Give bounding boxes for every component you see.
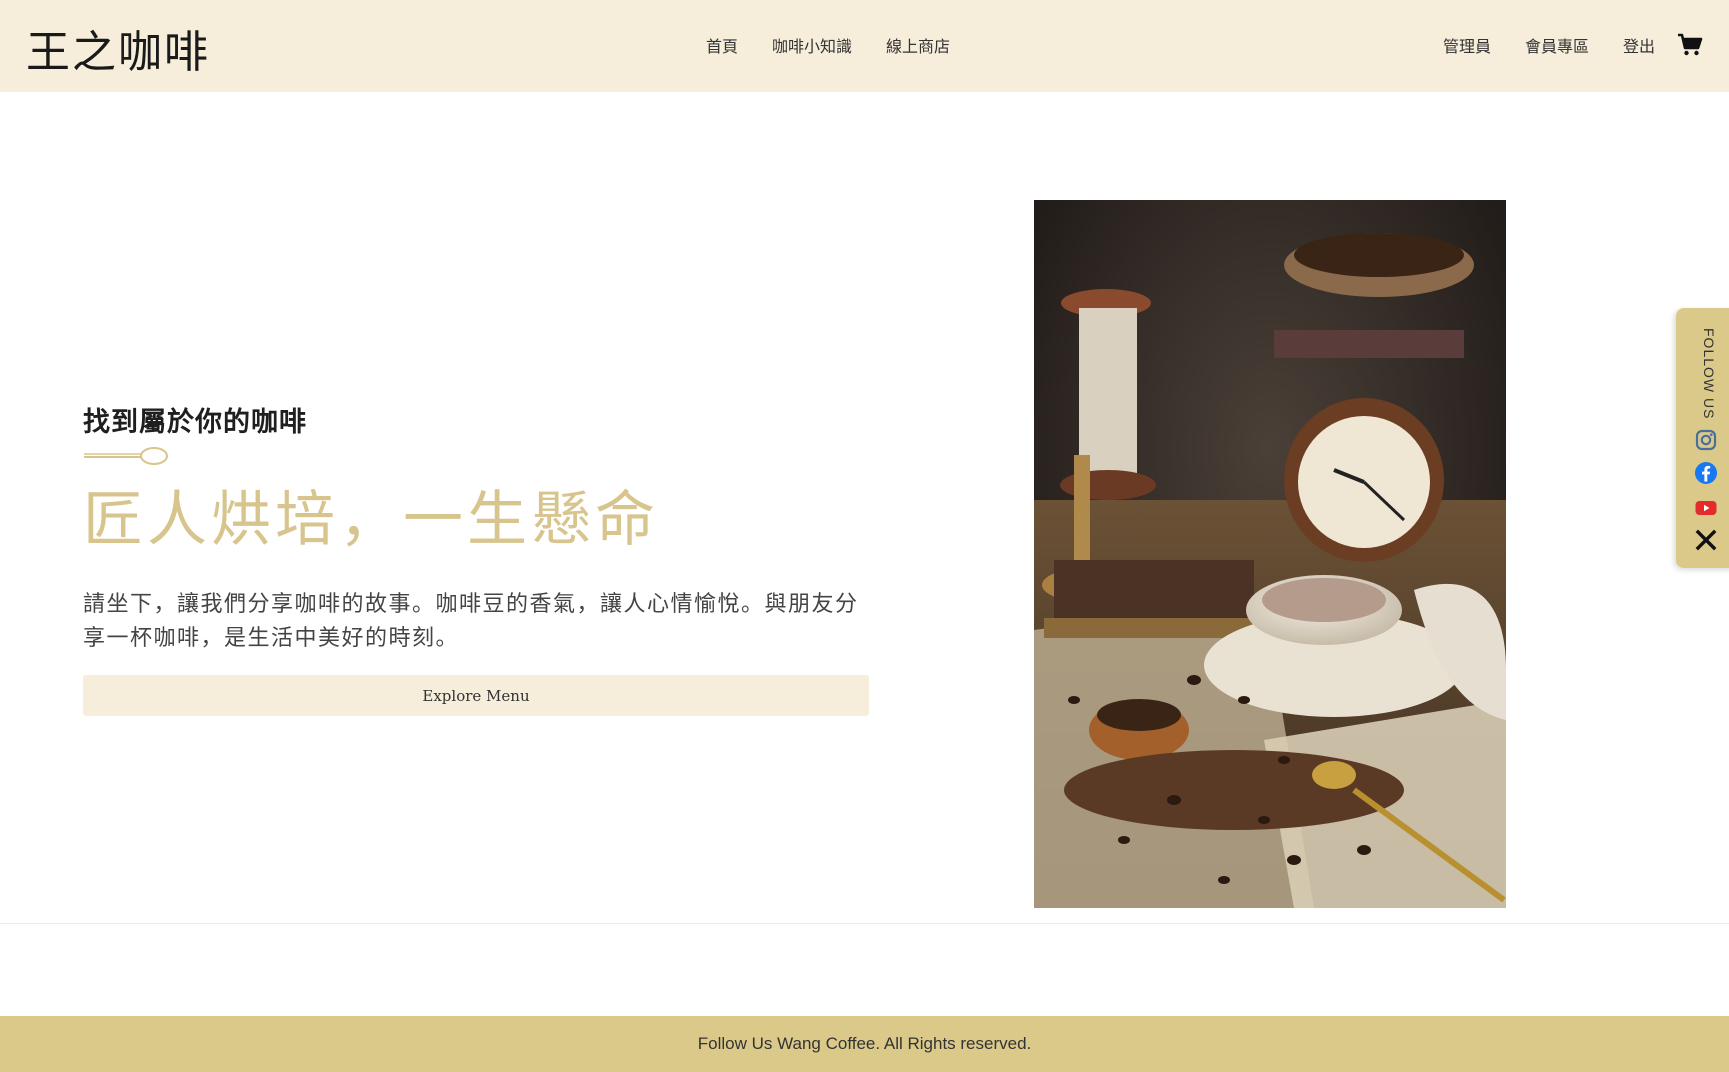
nav-admin[interactable]: 管理員: [1443, 33, 1491, 57]
main-nav: 首頁 咖啡小知識 線上商店: [706, 33, 950, 57]
follow-us-sidebar: FOLLOW US: [1676, 308, 1729, 568]
section-divider: [0, 923, 1729, 924]
hero-description: 請坐下，讓我們分享咖啡的故事。咖啡豆的香氣，讓人心情愉悅。與朋友分享一杯咖啡，是…: [83, 592, 859, 651]
nav-member-area[interactable]: 會員專區: [1525, 33, 1589, 57]
cart-icon[interactable]: [1677, 33, 1703, 57]
follow-us-label: FOLLOW US: [1701, 328, 1717, 420]
brand-logo[interactable]: 王之咖啡: [26, 16, 210, 80]
footer-copyright: Follow Us Wang Coffee. All Rights reserv…: [697, 1034, 1032, 1053]
nav-home[interactable]: 首頁: [706, 33, 738, 57]
facebook-icon[interactable]: [1694, 461, 1718, 485]
account-nav: 管理員 會員專區 登出: [1443, 33, 1655, 57]
explore-menu-button[interactable]: Explore Menu: [83, 675, 869, 716]
instagram-icon[interactable]: [1694, 428, 1718, 452]
hero-headline: 匠人烘培，一生懸命: [83, 485, 659, 555]
nav-logout[interactable]: 登出: [1623, 33, 1655, 57]
nav-coffee-knowledge[interactable]: 咖啡小知識: [772, 33, 852, 57]
hero-text: 找到屬於你的咖啡 匠人烘培，一生懸命 請坐下，讓我們分享咖啡的故事。咖啡豆的香氣…: [83, 400, 883, 656]
site-footer: Follow Us Wang Coffee. All Rights reserv…: [0, 1016, 1729, 1072]
hero-eyebrow: 找到屬於你的咖啡: [83, 407, 307, 438]
x-icon[interactable]: [1694, 528, 1718, 552]
youtube-icon[interactable]: [1694, 496, 1718, 520]
nav-online-shop[interactable]: 線上商店: [886, 33, 950, 57]
spoon-icon: [84, 447, 168, 465]
site-header: 王之咖啡 首頁 咖啡小知識 線上商店 管理員 會員專區 登出: [0, 0, 1729, 92]
coffee-still-life-image: [1034, 200, 1506, 908]
